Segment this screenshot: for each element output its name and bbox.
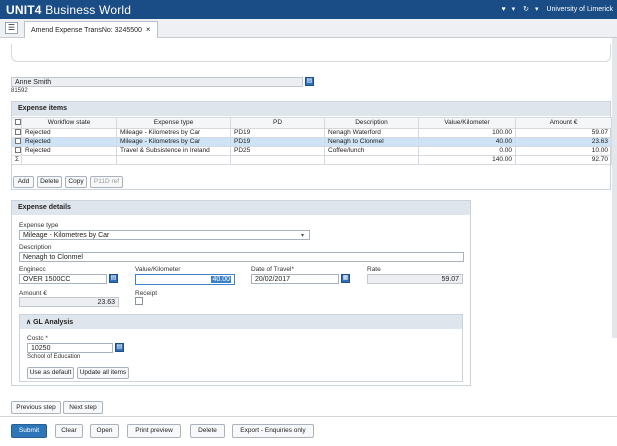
cell-amount: 10.00 (515, 146, 612, 156)
cell-amount: 59.07 (515, 128, 612, 138)
sum-icon: Σ (11, 155, 22, 165)
copy-button[interactable]: Copy (65, 176, 87, 188)
lookup-icon[interactable]: ▤ (115, 343, 124, 352)
rate-label: Rate (367, 266, 381, 273)
cell-state: Rejected (21, 128, 117, 138)
column-header[interactable]: Value/Kilometer (418, 117, 516, 129)
use-as-default-button[interactable]: Use as default (27, 367, 74, 379)
costc-input[interactable]: 10250 (27, 343, 113, 353)
column-header[interactable]: Amount € (515, 117, 612, 129)
chevron-down-icon[interactable]: ▾ (301, 232, 304, 239)
cell-desc: Coffee/lunch (324, 146, 419, 156)
expense-items-table: Workflow state Expense type PD Descripti… (11, 117, 612, 165)
table-row[interactable]: Rejected Mileage - Kilometres by Car PD1… (11, 128, 612, 138)
cell-type: Mileage - Kilometres by Car (116, 128, 231, 138)
close-icon[interactable]: × (146, 25, 151, 34)
delete-button[interactable]: Delete (190, 424, 225, 438)
costc-description: School of Education (27, 354, 81, 360)
date-input[interactable]: 20/02/2017 (251, 274, 339, 284)
column-header[interactable]: Description (324, 117, 419, 129)
print-preview-button[interactable]: Print preview (127, 424, 181, 438)
submit-button[interactable]: Submit (11, 424, 47, 438)
column-header[interactable]: Expense type (116, 117, 231, 129)
cell-pd: PD25 (230, 146, 325, 156)
lookup-icon[interactable]: ▤ (109, 274, 118, 283)
cell-pd: PD19 (230, 137, 325, 147)
help-icon[interactable]: ↻ (523, 6, 529, 13)
cell-type: Travel & Subsistence in Ireland (116, 146, 231, 156)
lookup-icon[interactable]: ▤ (305, 77, 314, 86)
add-button[interactable]: Add (13, 176, 34, 188)
row-checkbox[interactable] (11, 128, 22, 138)
receipt-label: Receipt (135, 290, 158, 297)
column-header[interactable]: PD (230, 117, 325, 129)
date-label: Date of Travel* (251, 266, 294, 273)
costc-label: Costc * (27, 335, 48, 342)
expense-type-select[interactable]: Mileage - Kilometres by Car (19, 230, 310, 240)
cell-amount: 23.63 (515, 137, 612, 147)
clear-button[interactable]: Clear (55, 424, 83, 438)
open-button[interactable]: Open (90, 424, 119, 438)
section-title: Expense details (12, 201, 470, 215)
cell-desc: Nenagh to Clonmel (324, 137, 419, 147)
header-right: ♥ ▾ ↻ ▾ University of Limerick (496, 5, 613, 13)
enginecc-input[interactable]: OVER 1500CC (19, 274, 107, 284)
employee-id: 81592 (11, 88, 28, 94)
cell-type: Mileage - Kilometres by Car (116, 137, 231, 147)
total-amount: 92.70 (515, 155, 612, 165)
column-header[interactable]: Workflow state (21, 117, 117, 129)
totals-row: Σ 140.00 92.70 (11, 155, 612, 165)
cell-pd: PD19 (230, 128, 325, 138)
tab-bar: ☰ Amend Expense TransNo: 3245500 × (0, 19, 617, 38)
cell-value: 40.00 (418, 137, 516, 147)
cell-state: Rejected (21, 137, 117, 147)
total-value: 140.00 (418, 155, 516, 165)
employee-name-field: Anne Smith (11, 77, 303, 87)
receipt-checkbox[interactable] (135, 297, 143, 305)
description-input[interactable]: Nenagh to Clonmel (19, 252, 464, 262)
table-row[interactable]: Rejected Mileage - Kilometres by Car PD1… (11, 137, 612, 147)
calendar-icon[interactable]: ▦ (341, 274, 350, 283)
previous-step-button[interactable]: Previous step (11, 401, 61, 414)
tab-label: Amend Expense TransNo: 3245500 (31, 27, 142, 34)
section-title[interactable]: ∧ GL Analysis (20, 315, 462, 329)
cell-desc: Nenagh Waterford (324, 128, 419, 138)
amount-label: Amount € (19, 290, 47, 297)
rate-field: 59.07 (367, 274, 463, 284)
tab-amend-expense[interactable]: Amend Expense TransNo: 3245500 × (24, 21, 158, 38)
update-all-items-button[interactable]: Update all items (77, 367, 129, 379)
collapsed-panel (11, 44, 611, 62)
next-step-button[interactable]: Next step (63, 401, 103, 414)
enginecc-label: Enginecc (19, 266, 46, 273)
description-label: Description (19, 244, 52, 251)
user-org[interactable]: University of Limerick (546, 6, 613, 13)
amount-field: 23.63 (19, 297, 119, 307)
cell-value: 100.00 (418, 128, 516, 138)
app-header: UNIT4 Business World ♥ ▾ ↻ ▾ University of… (0, 0, 617, 19)
delete-row-button[interactable]: Delete (37, 176, 62, 188)
app-brand: UNIT4 Business World (6, 3, 132, 17)
value-km-label: Value/Kilometer (135, 266, 181, 273)
expense-type-label: Expense type (19, 222, 59, 229)
heart-icon[interactable]: ♥ (502, 6, 506, 13)
menu-icon[interactable]: ☰ (5, 22, 18, 34)
row-checkbox[interactable] (11, 137, 22, 147)
row-checkbox[interactable] (11, 146, 22, 156)
section-title: Expense items (12, 102, 610, 116)
cell-value: 0.00 (418, 146, 516, 156)
value-km-input[interactable]: 40.00 (135, 274, 235, 285)
chevron-down-icon[interactable]: ▾ (535, 6, 539, 13)
table-row[interactable]: Rejected Travel & Subsistence in Ireland… (11, 146, 612, 156)
vertical-scrollbar[interactable] (612, 38, 617, 338)
chevron-down-icon[interactable]: ▾ (512, 6, 516, 13)
export-enquiries-button[interactable]: Export - Enquiries only (232, 424, 314, 438)
select-all-checkbox[interactable] (11, 117, 22, 129)
cell-state: Rejected (21, 146, 117, 156)
p11d-ref-button[interactable]: P11D ref (90, 176, 123, 188)
